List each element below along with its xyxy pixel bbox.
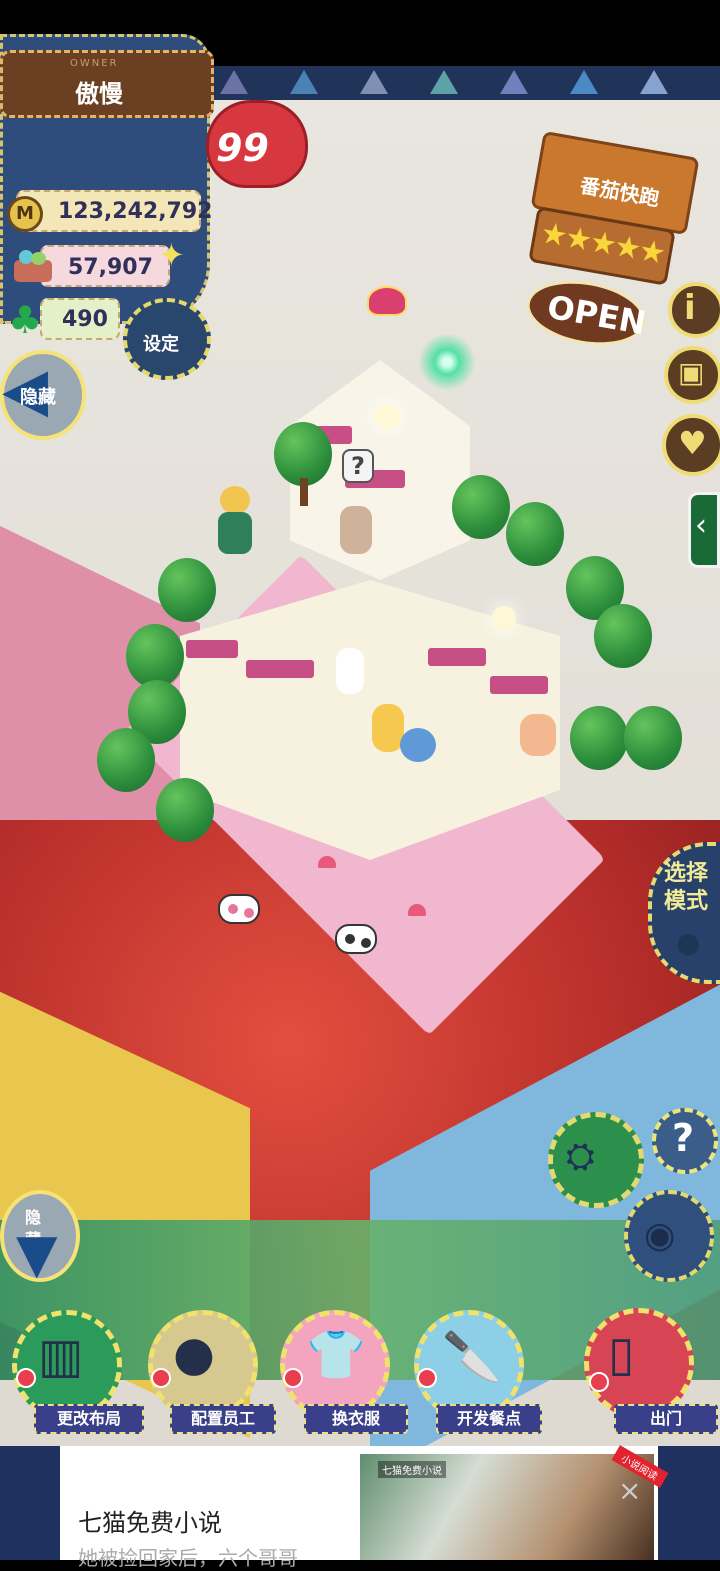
tree — [570, 706, 628, 770]
clover-icon: ♣ — [8, 298, 43, 342]
pin-icon — [151, 1368, 171, 1388]
go-out-button[interactable] — [584, 1308, 694, 1418]
ufo-button[interactable] — [548, 1112, 644, 1208]
mouse-head-icon: ● — [173, 1326, 215, 1382]
owner-name: 傲慢 — [75, 80, 123, 108]
close-icon[interactable]: × — [618, 1474, 641, 1507]
tree — [126, 624, 184, 688]
staff-character[interactable] — [340, 506, 372, 554]
sparkle-icon: ✦ — [158, 236, 185, 274]
question-mark-icon: ? — [672, 1116, 695, 1160]
mushroom-decoration — [408, 904, 426, 916]
layout-button-label: 更改布局 — [34, 1404, 144, 1434]
lamp — [492, 606, 516, 630]
tree — [274, 422, 332, 486]
pin-icon — [283, 1368, 303, 1388]
mouse-head-icon: ● — [676, 926, 701, 959]
ufo-icon[interactable] — [367, 286, 407, 316]
clover-value: 490 — [62, 307, 108, 332]
shirt-icon: 👕 — [306, 1327, 366, 1383]
owner-label: OWNER — [70, 58, 119, 69]
question-bubble-icon[interactable]: ? — [342, 449, 374, 483]
coin-value: 123,242,792 — [58, 199, 213, 224]
ufo-icon: ⛭ — [566, 1136, 595, 1177]
staff-button-label: 配置员工 — [170, 1404, 276, 1434]
pin-icon — [16, 1368, 36, 1388]
cow-pet[interactable] — [218, 894, 260, 924]
customer-character[interactable] — [400, 728, 436, 762]
hide-panel-label: 隐藏 — [20, 387, 56, 408]
tree — [156, 778, 214, 842]
tree — [97, 728, 155, 792]
materials-value: 57,907 — [68, 255, 153, 280]
tree — [506, 502, 564, 566]
outfit-button-label: 换衣服 — [304, 1404, 408, 1434]
pin-icon — [417, 1368, 437, 1388]
knife-icon: 🔪 — [442, 1329, 502, 1385]
pin-icon — [589, 1372, 609, 1392]
heart-icon: ♥ — [678, 424, 707, 462]
tree-trunk — [300, 478, 308, 506]
firework-effect — [418, 333, 476, 391]
tree — [594, 604, 652, 668]
cow-pet[interactable] — [335, 924, 377, 954]
select-mode-label: 选择模式 — [664, 861, 709, 914]
ad-title[interactable]: 七猫免费小说 — [78, 1503, 222, 1538]
level-value: 99 — [216, 126, 269, 170]
down-arrow-icon: ▼ — [16, 1222, 58, 1285]
develop-dish-button-label: 开发餐点 — [436, 1404, 542, 1434]
go-out-button-label: 出门 — [614, 1404, 718, 1434]
table-icon: ▥ — [38, 1328, 84, 1384]
staff-character[interactable] — [336, 648, 364, 694]
door-icon: ▯ — [608, 1326, 635, 1382]
ad-image-caption: 七猫免费小说 — [378, 1461, 446, 1478]
lamp — [374, 404, 400, 430]
tree — [624, 706, 682, 770]
coin-icon: M — [7, 196, 43, 232]
mushroom-decoration — [318, 856, 336, 868]
chef-character[interactable] — [210, 486, 260, 566]
ad-subtitle[interactable]: 她被捡回家后，六个哥哥 — [78, 1542, 338, 1571]
left-arrow-icon: ‹ — [695, 508, 707, 543]
ingredient-basket-icon — [12, 248, 54, 286]
settings-button-label: 设定 — [143, 334, 179, 355]
roof-tile — [428, 648, 486, 666]
camera-icon: ◉ — [644, 1215, 676, 1256]
tree — [452, 475, 510, 539]
roof-tile — [490, 676, 548, 694]
info-icon: i — [684, 288, 696, 328]
customer-character[interactable] — [520, 714, 556, 756]
roof-tile — [246, 660, 314, 678]
tree — [158, 558, 216, 622]
book-icon: ▣ — [678, 356, 705, 389]
roof-tile — [186, 640, 238, 658]
